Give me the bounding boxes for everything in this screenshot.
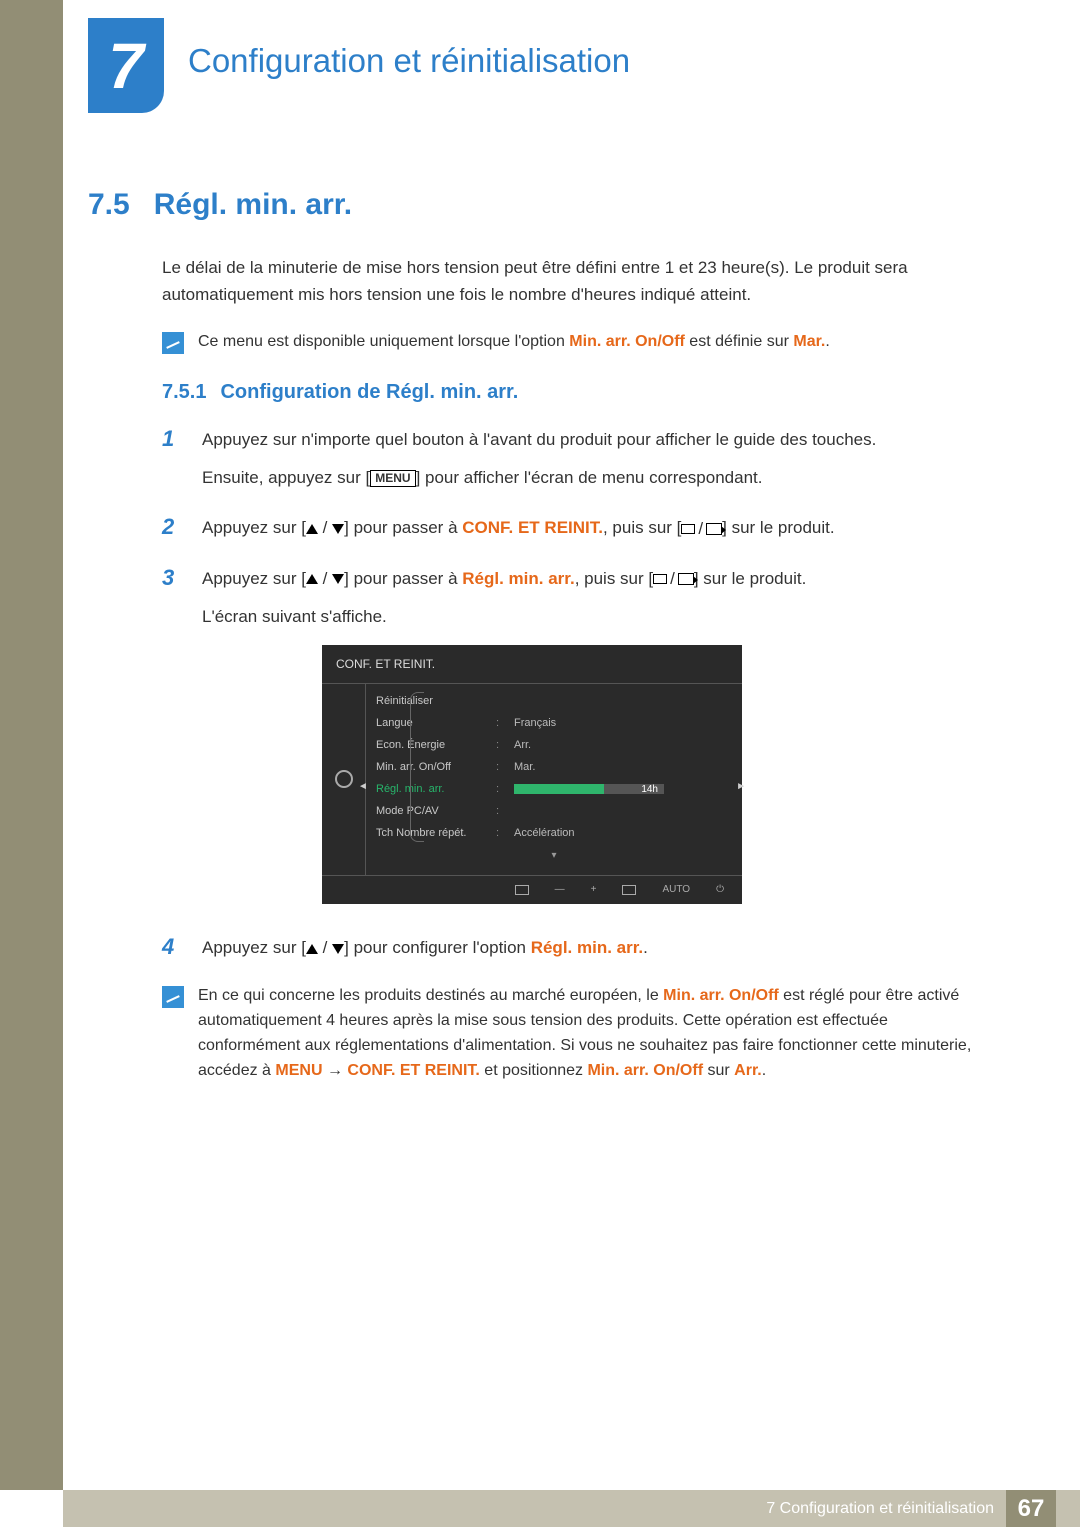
gear-icon (335, 770, 353, 788)
down-arrow-icon (332, 944, 344, 954)
osd-right-arrow-icon: ► (736, 779, 746, 796)
step-2: 2 Appuyez sur [ / ] pour passer à CONF. … (162, 514, 978, 553)
note-block-2: En ce qui concerne les produits destinés… (162, 984, 978, 1083)
osd-item: Tch Nombre répét.:Accélération (376, 822, 732, 844)
section-heading: 7.5 Régl. min. arr. (88, 188, 978, 222)
osd-nav-icon (622, 885, 636, 895)
power-icon: ⏻ (716, 882, 724, 899)
osd-slider: 14h (514, 784, 664, 794)
down-arrow-icon (332, 524, 344, 534)
up-arrow-icon (306, 574, 318, 584)
osd-item: Réinitialiser (376, 690, 732, 712)
subsection-number: 7.5.1 (162, 381, 206, 404)
up-arrow-icon (306, 524, 318, 534)
menu-button-icon: MENU (370, 470, 415, 487)
enter-icon (653, 574, 667, 584)
chapter-number-tab: 7 (88, 18, 164, 113)
osd-item: Econ. Énergie:Arr. (376, 734, 732, 756)
up-arrow-icon (306, 944, 318, 954)
page-number: 67 (1006, 1490, 1056, 1527)
section-title: Régl. min. arr. (154, 188, 352, 222)
subsection-title: Configuration de Régl. min. arr. (220, 381, 518, 404)
sidebar-stripe (0, 0, 63, 1490)
section-number: 7.5 (88, 188, 130, 222)
footer-bar: 7 Configuration et réinitialisation 67 (63, 1490, 1080, 1527)
note-text-2: En ce qui concerne les produits destinés… (198, 984, 978, 1083)
source-icon (678, 573, 694, 585)
intro-paragraph: Le délai de la minuterie de mise hors te… (162, 254, 978, 308)
down-arrow-icon (332, 574, 344, 584)
note-icon (162, 986, 184, 1008)
osd-screenshot: CONF. ET REINIT. ◄ ► Réinitialiser Langu… (322, 645, 742, 904)
note-block-1: Ce menu est disponible uniquement lorsqu… (162, 330, 978, 355)
step-1: 1 Appuyez sur n'importe quel bouton à l'… (162, 426, 978, 502)
chapter-number: 7 (108, 29, 144, 103)
steps-list: 1 Appuyez sur n'importe quel bouton à l'… (162, 426, 978, 972)
subsection-heading: 7.5.1 Configuration de Régl. min. arr. (162, 381, 978, 404)
footer-label: 7 Configuration et réinitialisation (766, 1500, 994, 1518)
osd-menu: ◄ ► Réinitialiser Langue:Français Econ. … (366, 684, 742, 875)
osd-item: Min. arr. On/Off:Mar. (376, 756, 732, 778)
osd-title: CONF. ET REINIT. (322, 651, 742, 684)
note-text-1: Ce menu est disponible uniquement lorsqu… (198, 330, 830, 355)
note-icon (162, 332, 184, 354)
page-content: 7.5 Régl. min. arr. Le délai de la minut… (88, 188, 978, 1109)
osd-item: Mode PC/AV: (376, 800, 732, 822)
enter-icon (681, 524, 695, 534)
osd-item: Langue:Français (376, 712, 732, 734)
chapter-title: Configuration et réinitialisation (188, 42, 630, 80)
osd-item-highlighted: Régl. min. arr.: 14h (376, 778, 732, 800)
osd-scroll-down-icon: ▾ (376, 844, 732, 865)
osd-footer: — + AUTO ⏻ (322, 875, 742, 905)
osd-nav-icon (515, 885, 529, 895)
source-icon (706, 523, 722, 535)
step-4: 4 Appuyez sur [ / ] pour configurer l'op… (162, 934, 978, 972)
step-3: 3 Appuyez sur [ / ] pour passer à Régl. … (162, 565, 978, 922)
osd-left-arrow-icon: ◄ (358, 779, 368, 796)
